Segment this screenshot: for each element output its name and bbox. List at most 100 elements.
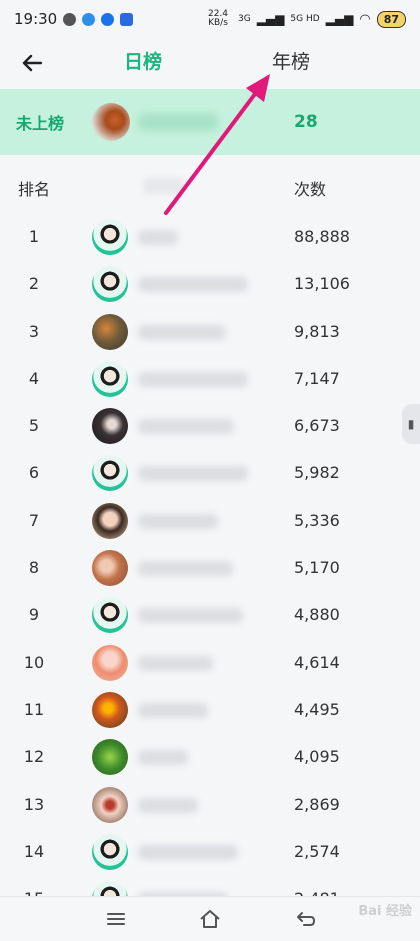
signal-icon-2: ▂▄▆ <box>325 12 354 26</box>
list-item[interactable]: 11 4,495 <box>0 686 420 733</box>
list-item[interactable]: 8 5,170 <box>0 544 420 591</box>
user-name-blurred <box>138 277 248 293</box>
battery-indicator: 87 <box>376 10 406 28</box>
rank-count: 9,813 <box>294 321 340 341</box>
column-name-blurred <box>143 178 183 194</box>
list-item[interactable]: 6 5,982 <box>0 449 420 496</box>
rank-count: 4,095 <box>294 747 340 767</box>
user-avatar[interactable] <box>92 408 128 445</box>
column-rank: 排名 <box>18 180 51 199</box>
my-rank-count: 28 <box>294 112 318 132</box>
list-item[interactable]: 9 4,880 <box>0 591 420 638</box>
arrow-left-icon[interactable] <box>16 48 48 78</box>
rank-count: 4,614 <box>294 652 340 672</box>
user-name-blurred <box>138 608 243 624</box>
browser-notification-icon <box>101 12 115 26</box>
rank-number: 13 <box>23 794 45 814</box>
rank-number: 7 <box>28 510 40 530</box>
list-item[interactable]: 3 9,813 <box>0 308 420 355</box>
rank-count: 2,869 <box>294 794 340 814</box>
list-item[interactable]: 13 2,869 <box>0 781 420 828</box>
rank-number: 10 <box>23 652 45 672</box>
list-item[interactable]: 2 13,106 <box>0 260 420 307</box>
rank-count: 4,880 <box>294 605 340 625</box>
rank-number: 9 <box>28 605 40 625</box>
rank-number: 11 <box>23 699 45 719</box>
list-item[interactable]: 7 5,336 <box>0 497 420 544</box>
my-name-blurred <box>138 113 218 131</box>
translate-notification-icon <box>120 12 134 26</box>
rank-count: 5,336 <box>294 510 340 530</box>
user-name-blurred <box>138 702 208 718</box>
user-avatar[interactable] <box>92 360 128 397</box>
rank-number: 3 <box>28 321 40 341</box>
user-name-blurred <box>138 655 213 671</box>
navigation-bar <box>0 896 420 941</box>
rank-number: 8 <box>28 558 40 578</box>
list-item[interactable]: 5 6,673 <box>0 402 420 449</box>
user-name-blurred <box>138 466 248 482</box>
side-handle-icon[interactable]: ▮ <box>402 404 420 444</box>
list-item[interactable]: 14 2,574 <box>0 828 420 875</box>
user-name-blurred <box>138 750 188 766</box>
network-5g: 5G HD <box>290 14 320 24</box>
rank-number: 6 <box>28 463 40 483</box>
rank-count: 7,147 <box>294 368 340 388</box>
rank-number: 14 <box>23 841 45 861</box>
user-avatar[interactable] <box>92 597 128 634</box>
rank-number: 12 <box>23 747 45 767</box>
home-icon[interactable] <box>190 905 230 933</box>
back-icon[interactable] <box>286 905 326 933</box>
plane-notification-icon <box>82 12 96 26</box>
menu-icon[interactable] <box>96 905 136 933</box>
network-3g: 3G <box>238 14 251 24</box>
user-name-blurred <box>138 230 178 245</box>
rank-count: 5,982 <box>294 463 340 483</box>
user-name-blurred <box>138 797 198 813</box>
list-item[interactable]: 1 88,888 <box>0 213 420 260</box>
rank-number: 4 <box>28 368 40 388</box>
status-bar: 19:30 22.4 KB/s 3G ▂▄▆ 5G HD ▂▄▆ ◠ 87 <box>0 0 420 38</box>
rank-number: 2 <box>28 274 40 294</box>
status-time: 19:30 <box>14 10 58 28</box>
signal-icon: ▂▄▆ <box>256 12 285 26</box>
user-avatar[interactable] <box>92 833 128 870</box>
list-item[interactable]: 12 4,095 <box>0 733 420 780</box>
rank-count: 88,888 <box>294 227 350 246</box>
user-avatar[interactable] <box>92 644 128 681</box>
rank-count: 13,106 <box>294 274 350 294</box>
list-item[interactable]: 10 4,614 <box>0 639 420 686</box>
rank-number: 5 <box>28 416 40 436</box>
rank-count: 5,170 <box>294 558 340 578</box>
rank-count: 2,574 <box>294 841 340 861</box>
my-rank-label: 未上榜 <box>16 114 65 133</box>
user-avatar[interactable] <box>92 313 128 350</box>
user-name-blurred <box>138 371 248 387</box>
my-avatar <box>92 103 130 141</box>
user-name-blurred <box>138 324 226 340</box>
list-item[interactable]: 4 7,147 <box>0 355 420 402</box>
header: 日榜 年榜 <box>0 38 420 88</box>
user-name-blurred <box>138 419 234 435</box>
column-count: 次数 <box>294 180 327 199</box>
user-avatar[interactable] <box>92 455 128 492</box>
rank-count: 4,495 <box>294 699 340 719</box>
user-avatar[interactable] <box>92 786 128 823</box>
user-avatar[interactable] <box>92 550 128 587</box>
user-avatar[interactable] <box>92 266 128 303</box>
rank-count: 6,673 <box>294 416 340 436</box>
tab-daily[interactable]: 日榜 <box>124 48 162 76</box>
rank-list: 1 88,888 2 13,106 3 9,813 4 7,147 5 6,673 6 5,982 7 5… <box>0 213 420 922</box>
column-header: 排名 次数 <box>0 170 420 204</box>
user-name-blurred <box>138 513 218 529</box>
user-name-blurred <box>138 844 238 860</box>
user-avatar[interactable] <box>92 691 128 728</box>
user-avatar[interactable] <box>92 502 128 539</box>
user-avatar[interactable] <box>92 739 128 776</box>
tab-yearly[interactable]: 年榜 <box>272 48 310 76</box>
rank-number: 1 <box>28 227 40 246</box>
user-avatar[interactable] <box>92 219 128 255</box>
wifi-icon: ◠ <box>359 11 371 27</box>
app-notification-icon <box>63 12 77 26</box>
user-name-blurred <box>138 561 233 577</box>
